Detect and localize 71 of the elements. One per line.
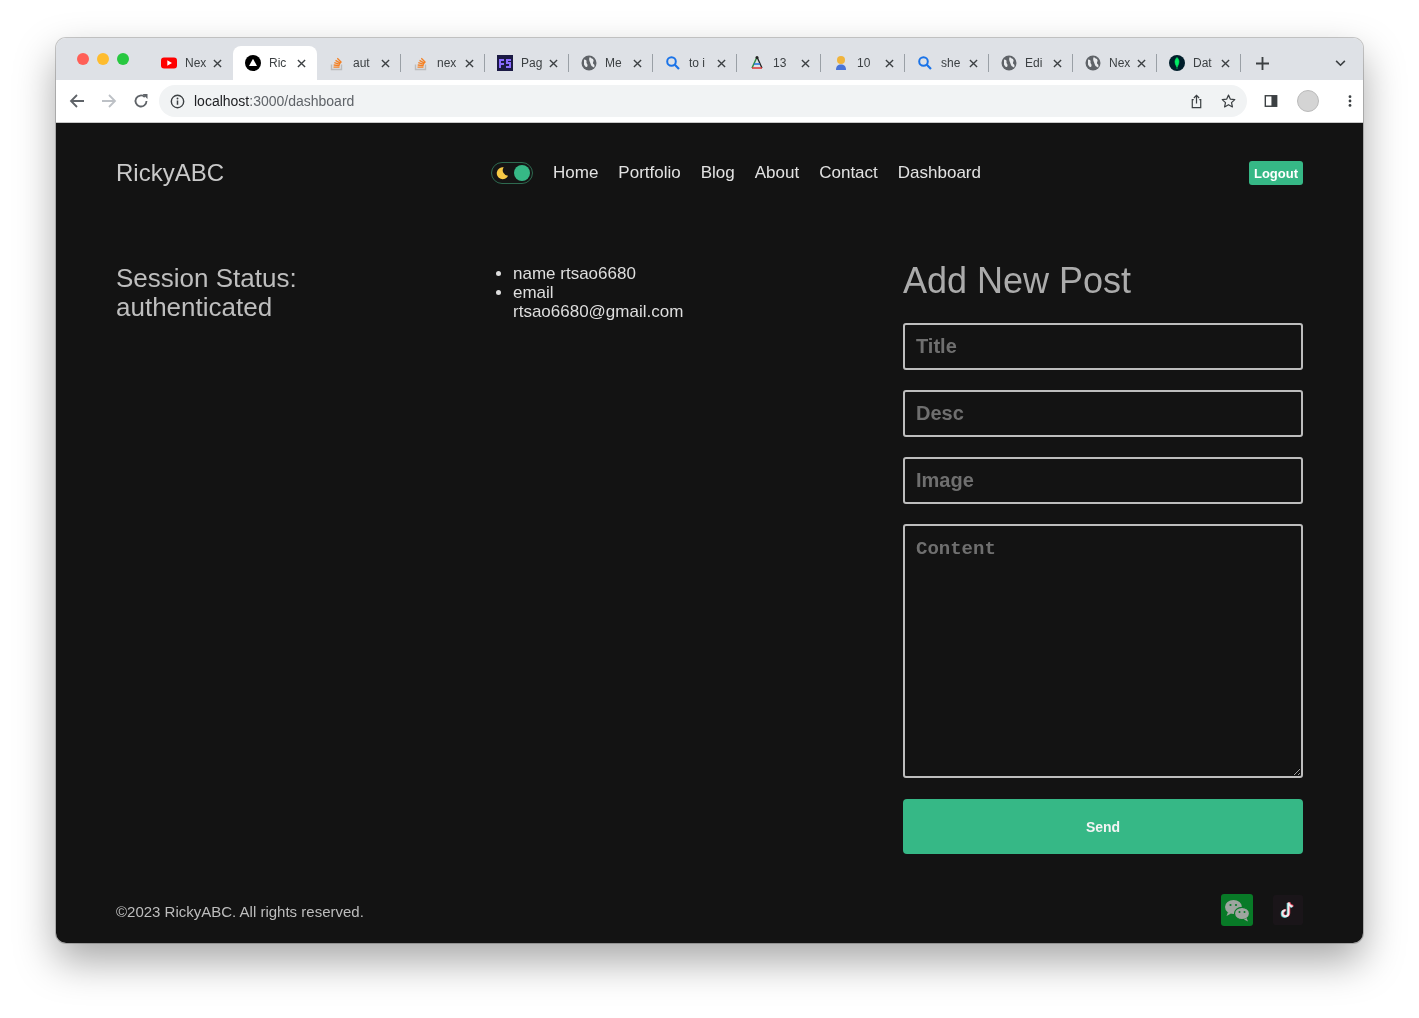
- browser-tab[interactable]: Me: [569, 46, 653, 80]
- side-panel-icon[interactable]: [1264, 94, 1278, 108]
- music-note-icon[interactable]: [1273, 895, 1303, 925]
- copyright-text: ©2023 RickyABC. All rights reserved.: [116, 903, 364, 920]
- theme-toggle[interactable]: [491, 162, 533, 184]
- address-bar[interactable]: localhost:3000/dashboard: [159, 85, 1247, 117]
- nav-link[interactable]: Contact: [819, 163, 878, 183]
- close-icon[interactable]: [969, 58, 978, 68]
- stack-icon: [413, 55, 429, 71]
- bullet-icon: [496, 290, 501, 295]
- close-icon[interactable]: [213, 58, 222, 68]
- image-icon: [497, 55, 513, 71]
- session-status: Session Status: authenticated: [116, 264, 298, 322]
- url-text[interactable]: localhost:3000/dashboard: [194, 93, 1172, 109]
- close-icon[interactable]: [717, 58, 726, 68]
- leaf-icon: [1169, 55, 1185, 71]
- site-logo[interactable]: RickyABC: [116, 159, 224, 186]
- close-icon[interactable]: [1053, 58, 1062, 68]
- search-icon: [917, 55, 933, 71]
- close-icon[interactable]: [801, 58, 810, 68]
- browser-tab[interactable]: Pag: [485, 46, 569, 80]
- toggle-knob-icon: [514, 165, 530, 181]
- close-icon[interactable]: [549, 58, 558, 68]
- browser-tab[interactable]: Nex: [149, 46, 233, 80]
- browser-tab[interactable]: Dat: [1157, 46, 1241, 80]
- session-detail: email rtsao6680@gmail.com: [513, 283, 685, 321]
- close-icon[interactable]: [885, 58, 894, 68]
- menu-icon[interactable]: [1348, 94, 1352, 108]
- star-icon[interactable]: [1221, 93, 1236, 109]
- nav-link[interactable]: Home: [553, 163, 599, 183]
- figure-icon: [749, 55, 765, 71]
- input-field[interactable]: Image: [903, 457, 1303, 504]
- globe-icon: [1001, 55, 1017, 71]
- browser-tab[interactable]: 10: [821, 46, 905, 80]
- plus-icon[interactable]: [1256, 57, 1269, 70]
- info-icon[interactable]: [170, 93, 185, 109]
- close-icon[interactable]: [633, 58, 642, 68]
- browser-tab[interactable]: to i: [653, 46, 737, 80]
- close-icon[interactable]: [297, 58, 306, 68]
- back-arrow-icon[interactable]: [69, 93, 85, 109]
- browser-tab[interactable]: nex: [401, 46, 485, 80]
- play-icon: [161, 55, 177, 71]
- nav-link[interactable]: About: [754, 163, 800, 183]
- browser-tab[interactable]: aut: [317, 46, 401, 80]
- input-field[interactable]: Title: [903, 323, 1303, 370]
- globe-icon: [581, 55, 597, 71]
- form-heading: Add New Post: [903, 260, 1133, 302]
- browser-tab[interactable]: she: [905, 46, 989, 80]
- nav-link[interactable]: Blog: [700, 163, 735, 183]
- browser-tab[interactable]: Edi: [989, 46, 1073, 80]
- reload-icon[interactable]: [133, 93, 149, 109]
- nav-link[interactable]: Dashboard: [897, 163, 981, 183]
- search-icon: [665, 55, 681, 71]
- browser-tab[interactable]: Ric: [233, 46, 317, 80]
- bullet-icon: [496, 271, 501, 276]
- moon-icon: [495, 166, 509, 180]
- chevron-down-icon[interactable]: [1335, 60, 1346, 67]
- input-field[interactable]: Desc: [903, 390, 1303, 437]
- stack-icon: [329, 55, 345, 71]
- nav-link[interactable]: Portfolio: [618, 163, 681, 183]
- close-icon[interactable]: [1221, 58, 1230, 68]
- globe-icon: [1085, 55, 1101, 71]
- close-icon[interactable]: [381, 58, 390, 68]
- close-icon[interactable]: [1137, 58, 1146, 68]
- browser-tab[interactable]: 13: [737, 46, 821, 80]
- textarea-field[interactable]: Content: [903, 524, 1303, 778]
- share-icon[interactable]: [1189, 93, 1204, 109]
- browser-tab[interactable]: Nex: [1073, 46, 1157, 80]
- close-icon[interactable]: [465, 58, 474, 68]
- session-detail: name rtsao6680: [513, 264, 636, 283]
- person-icon: [833, 55, 849, 71]
